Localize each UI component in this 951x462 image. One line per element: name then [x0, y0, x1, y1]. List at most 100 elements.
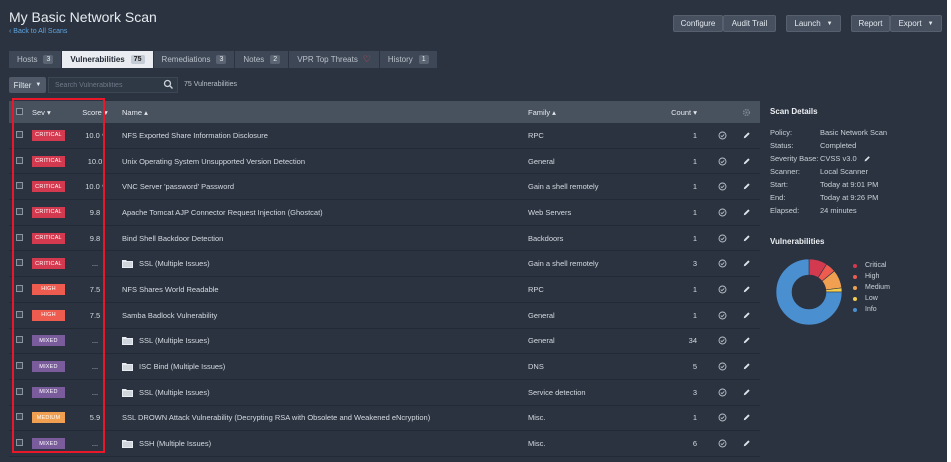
vulnerability-name[interactable]: NFS Exported Share Information Disclosur…	[115, 131, 528, 140]
check-circle-icon[interactable]	[718, 182, 727, 191]
vulnerability-name[interactable]: SSL (Multiple Issues)	[115, 336, 528, 346]
row-checkbox[interactable]	[16, 233, 23, 241]
row-checkbox[interactable]	[16, 130, 23, 138]
filter-button[interactable]: Filter ▼	[9, 77, 46, 93]
tab-history[interactable]: History 1	[379, 51, 438, 68]
export-button[interactable]: Export ▼	[890, 15, 942, 32]
vulnerabilities-donut-chart	[775, 258, 843, 326]
row-checkbox[interactable]	[16, 284, 23, 292]
count-value: 6	[692, 439, 697, 449]
table-row[interactable]: HIGH 7.5 Samba Badlock Vulnerability Genera…	[9, 303, 760, 329]
vulnerability-name[interactable]: Unix Operating System Unsupported Versio…	[115, 157, 528, 166]
search-icon[interactable]	[163, 79, 174, 90]
pencil-icon[interactable]	[742, 388, 751, 397]
table-row[interactable]: MIXED... ISC Bind (Multiple Issues) DNS 5	[9, 354, 760, 380]
pencil-icon[interactable]	[742, 182, 751, 191]
select-all-checkbox[interactable]	[16, 107, 23, 115]
tab-vpr-top-threats[interactable]: VPR Top Threats ♡	[289, 51, 380, 68]
check-circle-icon[interactable]	[718, 388, 727, 397]
pencil-icon[interactable]	[742, 131, 751, 140]
vulnerability-name[interactable]: NFS Shares World Readable	[115, 285, 528, 294]
family-column-header[interactable]: Family ▴	[528, 108, 654, 117]
detail-key: Scanner:	[770, 167, 801, 176]
check-circle-icon[interactable]	[718, 285, 727, 294]
search-vulnerabilities-input[interactable]	[48, 77, 178, 93]
score-column-header[interactable]: Score ▾	[75, 108, 115, 117]
vulnerability-name[interactable]: VNC Server 'password' Password	[115, 182, 528, 191]
row-checkbox[interactable]	[16, 207, 23, 215]
report-button[interactable]: Report	[851, 15, 890, 32]
legend-item-critical: Critical	[853, 260, 890, 271]
scan-detail-row: Severity Base: CVSS v3.0	[770, 152, 945, 165]
check-circle-icon[interactable]	[718, 234, 727, 243]
check-circle-icon[interactable]	[718, 131, 727, 140]
check-circle-icon[interactable]	[718, 439, 727, 448]
table-row[interactable]: MIXED... SSL (Multiple Issues) General 34	[9, 329, 760, 355]
audit-trail-button[interactable]: Audit Trail	[723, 15, 776, 32]
row-checkbox[interactable]	[16, 182, 23, 190]
table-row[interactable]: HIGH 7.5 NFS Shares World Readable RPC 1	[9, 277, 760, 303]
row-checkbox[interactable]	[16, 156, 23, 164]
pencil-icon[interactable]	[742, 259, 751, 268]
table-row[interactable]: MIXED... SSH (Multiple Issues) Misc. 6	[9, 431, 760, 457]
pencil-icon[interactable]	[742, 157, 751, 166]
vulnerability-name[interactable]: Apache Tomcat AJP Connector Request Inje…	[115, 208, 528, 217]
pencil-icon[interactable]	[742, 234, 751, 243]
name-column-header[interactable]: Name ▴	[115, 108, 528, 117]
pencil-icon[interactable]	[742, 208, 751, 217]
vulnerability-name[interactable]: Bind Shell Backdoor Detection	[115, 234, 528, 243]
pencil-icon[interactable]	[742, 285, 751, 294]
table-row[interactable]: CRITICAL 9.8 Bind Shell Backdoor Detection…	[9, 226, 760, 252]
row-checkbox[interactable]	[16, 259, 23, 267]
legend-swatch	[853, 285, 857, 290]
scan-detail-row: Start: Today at 9:01 PM	[770, 178, 945, 191]
row-checkbox[interactable]	[16, 387, 23, 395]
pencil-icon[interactable]	[742, 362, 751, 371]
vulnerability-name[interactable]: SSL (Multiple Issues)	[115, 388, 528, 397]
table-row[interactable]: CRITICAL... SSL (Multiple Issues) Gain a s…	[9, 251, 760, 278]
launch-button[interactable]: Launch ▼	[786, 15, 841, 32]
count-column-header[interactable]: Count ▾	[654, 108, 711, 117]
pencil-icon[interactable]	[742, 439, 751, 448]
configure-button[interactable]: Configure	[673, 15, 723, 32]
folder-icon	[122, 363, 133, 372]
row-checkbox[interactable]	[16, 310, 23, 318]
table-row[interactable]: MEDIUM 5.9 SSL DROWN Attack Vulnerability …	[9, 406, 760, 432]
tab-hosts[interactable]: Hosts 3	[9, 51, 63, 68]
pencil-icon[interactable]	[863, 155, 871, 163]
table-row[interactable]: CRITICAL 10.0 Unix Operating System Unsupp…	[9, 149, 760, 175]
legend-swatch	[853, 307, 857, 312]
check-circle-icon[interactable]	[718, 336, 727, 345]
vulnerability-name[interactable]: Samba Badlock Vulnerability	[115, 311, 528, 320]
back-to-scans-link[interactable]: ‹ Back to All Scans	[9, 28, 67, 35]
table-row[interactable]: CRITICAL 9.8 Apache Tomcat AJP Connector R…	[9, 200, 760, 226]
detail-key: Elapsed:	[770, 206, 800, 215]
vulnerability-name[interactable]: SSL (Multiple Issues)	[115, 259, 528, 269]
pencil-icon[interactable]	[742, 311, 751, 320]
gear-icon[interactable]	[742, 108, 751, 117]
check-circle-icon[interactable]	[718, 413, 727, 422]
table-row[interactable]: CRITICAL 10.0 * VNC Server 'password' Pass…	[9, 174, 760, 201]
tab-notes[interactable]: Notes 2	[235, 51, 290, 68]
tab-vulnerabilities[interactable]: Vulnerabilities 75	[62, 51, 154, 68]
vulnerability-name[interactable]: ISC Bind (Multiple Issues)	[115, 362, 528, 372]
table-row[interactable]: MIXED... SSL (Multiple Issues) Service det…	[9, 380, 760, 406]
check-circle-icon[interactable]	[718, 157, 727, 166]
vulnerability-name[interactable]: SSH (Multiple Issues)	[115, 439, 528, 449]
check-circle-icon[interactable]	[718, 362, 727, 371]
row-checkbox[interactable]	[16, 413, 23, 421]
check-circle-icon[interactable]	[718, 311, 727, 320]
vulnerability-count: 75 Vulnerabilities	[184, 81, 238, 88]
check-circle-icon[interactable]	[718, 208, 727, 217]
check-circle-icon[interactable]	[718, 259, 727, 268]
table-row[interactable]: CRITICAL 10.0 * NFS Exported Share Informa…	[9, 123, 760, 149]
detail-value: Today at 9:26 PM	[820, 193, 879, 202]
pencil-icon[interactable]	[742, 336, 751, 345]
row-checkbox[interactable]	[16, 439, 23, 447]
row-checkbox[interactable]	[16, 336, 23, 344]
sev-column-header[interactable]: Sev ▾	[23, 108, 75, 117]
vulnerability-name[interactable]: SSL DROWN Attack Vulnerability (Decrypti…	[115, 413, 528, 422]
tab-remediations[interactable]: Remediations 3	[153, 51, 236, 68]
pencil-icon[interactable]	[742, 413, 751, 422]
row-checkbox[interactable]	[16, 362, 23, 370]
